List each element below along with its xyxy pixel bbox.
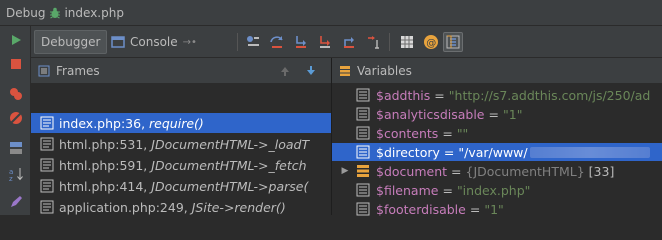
variable-name: $directory (376, 144, 440, 160)
evaluate-expression-icon[interactable] (397, 32, 417, 52)
frame-row[interactable]: html.php:414, JDocumentHTML->parse( (31, 176, 331, 196)
breakpoints-icon[interactable] (6, 84, 26, 104)
step-over-icon[interactable] (267, 32, 287, 52)
debug-actions-strip: az (0, 26, 31, 215)
frame-file: index.php:36, (59, 115, 146, 131)
string-variable-icon (356, 183, 370, 197)
variable-row[interactable]: $addthis = "http://s7.addthis.com/js/250/a… (332, 86, 662, 104)
variable-row[interactable]: $filename = "index.php" (332, 181, 662, 199)
frames-icon (38, 65, 50, 76)
tab-console[interactable]: Console →• (105, 30, 203, 54)
variable-value: "http://s7.addthis.com/js/250/ad (448, 87, 651, 103)
frames-title: Frames (56, 63, 100, 78)
tab-debugger[interactable]: Debugger (34, 30, 108, 54)
stack-frame-icon (40, 200, 54, 214)
stack-frame-icon (40, 158, 54, 172)
frames-panel: Frames index.php:36, require() html.php:… (31, 58, 332, 215)
arrow-up-icon[interactable] (279, 65, 291, 77)
variable-name: $analyticsdisable (376, 106, 485, 122)
variable-name: $addthis (376, 87, 431, 103)
frame-function: JDocumentHTML->parse( (151, 178, 309, 194)
svg-text:z: z (9, 175, 13, 182)
step-out-icon[interactable] (339, 32, 359, 52)
string-variable-icon (356, 88, 370, 102)
variable-value: "" (456, 125, 469, 141)
variables-icon (340, 65, 350, 76)
window-title-prefix: Debug (6, 5, 46, 20)
resume-icon[interactable] (6, 30, 26, 50)
step-into-icon[interactable] (291, 32, 311, 52)
pen-icon[interactable] (6, 192, 26, 212)
variable-row[interactable]: $contents = "" (332, 124, 662, 142)
watches-icon[interactable]: @ (421, 32, 441, 52)
frame-function: JDocumentHTML->_loadT (151, 136, 310, 152)
variable-name: $filename (376, 182, 439, 198)
sort-alphabetically-icon[interactable]: az (6, 164, 26, 184)
stack-frame-icon (40, 179, 54, 193)
frame-file: application.php:249, (59, 199, 188, 215)
variable-value: "index.php" (456, 182, 531, 198)
variables-title: Variables (357, 63, 412, 78)
frame-file: html.php:591, (59, 157, 148, 173)
variable-value: "1" (484, 201, 504, 217)
string-variable-icon (356, 107, 370, 121)
bug-icon (50, 7, 61, 18)
mute-breakpoints-icon[interactable] (6, 108, 26, 128)
frame-function: JDocumentHTML->_fetch (151, 157, 307, 173)
string-variable-icon (356, 202, 370, 216)
toolbar-separator (389, 33, 390, 51)
frame-row[interactable]: index.php:36, require() (31, 113, 331, 133)
frames-header: Frames (31, 58, 331, 84)
pin-icon[interactable]: →• (183, 37, 197, 48)
frame-function: JSite->render() (191, 199, 286, 215)
variable-row[interactable]: $footerdisable = "1" (332, 200, 662, 218)
variable-row[interactable]: $analyticsdisable = "1" (332, 105, 662, 123)
variable-row[interactable]: $directory = "/var/www/ (332, 143, 662, 161)
force-step-into-icon[interactable] (315, 32, 335, 52)
string-variable-icon (356, 145, 370, 159)
expand-arrow-icon[interactable]: ▶ (338, 166, 352, 176)
debug-toolbar: Debugger Console →• @ (31, 26, 662, 58)
variable-value: {JDocumentHTML} (465, 163, 585, 179)
window-title-file: index.php (64, 5, 124, 20)
frame-file: html.php:531, (59, 136, 148, 152)
redacted-text (529, 146, 650, 158)
variable-row[interactable]: ▶ $document = {JDocumentHTML} [33] (332, 162, 662, 180)
variable-name: $document (376, 163, 448, 179)
console-icon (111, 36, 125, 48)
stop-icon[interactable] (6, 54, 26, 74)
frame-function: require() (149, 115, 204, 131)
variable-name: $footerdisable (376, 201, 466, 217)
title-bar: Debug index.php (0, 0, 662, 26)
frame-file: html.php:414, (59, 178, 148, 194)
variable-count: [33] (588, 163, 615, 179)
variables-panel: Variables $addthis = "http://s7.addthis.co… (332, 58, 662, 218)
run-to-cursor-icon[interactable] (363, 32, 383, 52)
object-variable-icon (357, 165, 369, 177)
tab-debugger-label: Debugger (41, 35, 101, 49)
variable-value: "1" (503, 106, 523, 122)
stack-frame-icon (40, 137, 54, 151)
tab-console-label: Console (130, 35, 178, 49)
layout-icon[interactable] (6, 138, 26, 158)
svg-text:@: @ (426, 38, 436, 49)
stack-frame-icon (40, 116, 54, 130)
show-execution-point-icon[interactable] (243, 32, 263, 52)
string-variable-icon (356, 126, 370, 140)
restore-layout-icon[interactable] (443, 32, 463, 52)
toolbar-separator (237, 33, 238, 51)
frame-row[interactable]: html.php:591, JDocumentHTML->_fetch (31, 155, 331, 175)
variables-header: Variables (332, 58, 662, 84)
frame-row[interactable]: html.php:531, JDocumentHTML->_loadT (31, 134, 331, 154)
arrow-down-icon[interactable] (305, 65, 317, 77)
frame-row[interactable]: application.php:249, JSite->render() (31, 197, 331, 217)
variable-name: $contents (376, 125, 439, 141)
variable-value: "/var/www/ (458, 144, 528, 160)
